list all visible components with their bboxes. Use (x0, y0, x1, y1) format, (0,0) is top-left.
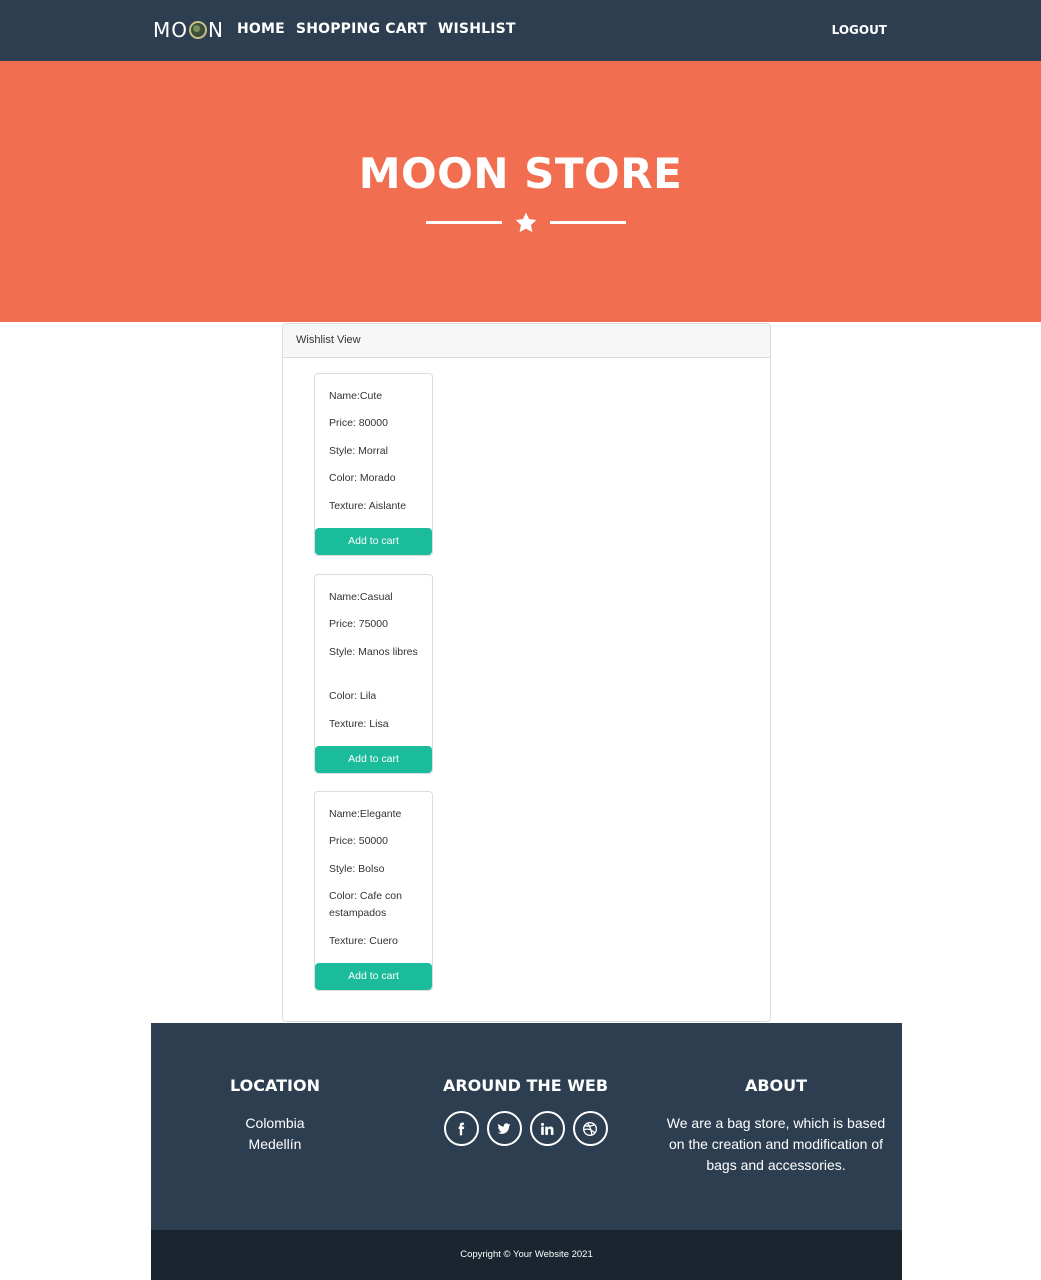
item-color: Color: Morado (329, 472, 396, 484)
copyright-text: Copyright © Your Website 2021 (460, 1249, 593, 1260)
navbar: MO N Home Shopping Cart Wishlist Logout (0, 0, 1041, 61)
footer: Location Colombia Medellín Around the We… (151, 1023, 902, 1230)
wishlist-panel: Wishlist View Name:Cute Price: 80000 Sty… (282, 323, 771, 1022)
facebook-icon[interactable] (443, 1111, 479, 1146)
moon-icon (189, 21, 207, 39)
dribbble-icon[interactable] (572, 1111, 608, 1146)
divider-line-right (550, 221, 626, 224)
wishlist-item: Name:Casual Price: 75000 Style: Manos li… (314, 574, 433, 774)
item-price: Price: 50000 (329, 835, 388, 847)
item-price: Price: 80000 (329, 417, 388, 429)
item-name: Name:Cute (329, 390, 383, 402)
wishlist-item: Name:Elegante Price: 50000 Style: Bolso … (314, 791, 433, 991)
nav-shopping-cart[interactable]: Shopping Cart (296, 21, 427, 37)
item-name: Name:Elegante (329, 808, 402, 820)
footer-around-the-web: Around the Web (438, 1076, 613, 1146)
item-texture: Texture: Aislante (329, 500, 407, 512)
location-city: Medellín (248, 1136, 302, 1152)
brand-text-start: MO (153, 18, 188, 42)
social-links (438, 1111, 613, 1146)
star-icon (515, 212, 537, 233)
add-to-cart-button[interactable]: Add to cart (315, 963, 432, 990)
divider-line-left (426, 221, 502, 224)
item-texture: Texture: Lisa (329, 718, 389, 730)
item-style: Style: Manos libres (329, 646, 418, 658)
item-style: Style: Bolso (329, 863, 385, 875)
item-name: Name:Casual (329, 591, 393, 603)
location-text: Colombia Medellín (200, 1113, 350, 1155)
item-style: Style: Morral (329, 445, 388, 457)
footer-about: About We are a bag store, which is based… (666, 1076, 886, 1176)
hero-title: MOON STORE (358, 149, 683, 198)
location-heading: Location (230, 1076, 320, 1095)
add-to-cart-button[interactable]: Add to cart (315, 746, 432, 773)
nav-links: Home Shopping Cart Wishlist (237, 21, 516, 37)
about-text: We are a bag store, which is based on th… (666, 1115, 886, 1173)
item-price: Price: 75000 (329, 618, 388, 630)
panel-header: Wishlist View (283, 324, 770, 358)
location-country: Colombia (245, 1115, 305, 1131)
twitter-icon[interactable] (486, 1111, 522, 1146)
wishlist-item: Name:Cute Price: 80000 Style: Morral Col… (314, 373, 433, 556)
item-texture: Texture: Cuero (329, 935, 398, 947)
brand-logo[interactable]: MO N (153, 18, 224, 42)
item-color: Color: Cafe con estampados (329, 890, 402, 919)
brand-text-end: N (208, 18, 224, 42)
linkedin-icon[interactable] (529, 1111, 565, 1146)
hero-banner: MOON STORE (0, 61, 1041, 322)
item-color: Color: Lila (329, 690, 377, 702)
logout-link[interactable]: Logout (832, 23, 887, 37)
hero-divider (426, 211, 626, 235)
around-the-web-heading: Around the Web (442, 1076, 609, 1095)
nav-home[interactable]: Home (237, 21, 285, 37)
about-heading: About (744, 1076, 808, 1095)
add-to-cart-button[interactable]: Add to cart (315, 528, 432, 555)
copyright-bar: Copyright © Your Website 2021 (151, 1230, 902, 1280)
nav-wishlist[interactable]: Wishlist (438, 21, 516, 37)
footer-location: Location Colombia Medellín (200, 1076, 350, 1155)
